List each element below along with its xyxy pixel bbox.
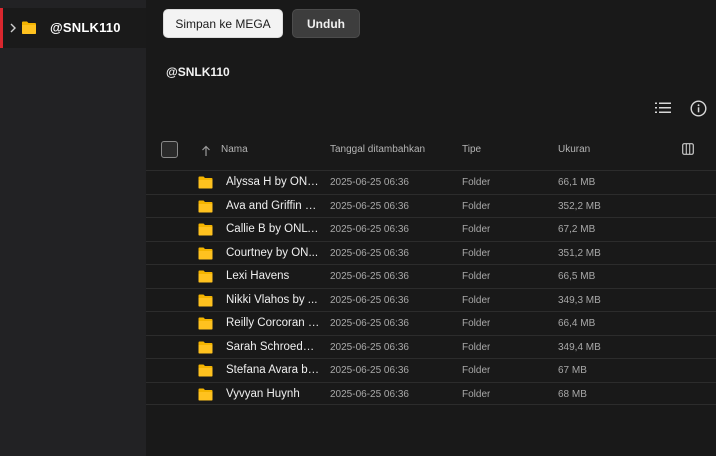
column-header-name[interactable]: Nama <box>221 144 248 155</box>
row-size: 349,3 MB <box>558 294 601 306</box>
select-all-checkbox[interactable] <box>161 141 178 158</box>
row-type: Folder <box>462 271 491 282</box>
row-type: Folder <box>462 177 491 188</box>
table-row[interactable]: Sarah Schroeder... 2025-06-25 06:36 Fold… <box>146 334 716 359</box>
sidebar-tree-item-label: @SNLK110 <box>50 20 121 35</box>
row-size: 68 MB <box>558 388 587 400</box>
row-date-added: 2025-06-25 06:36 <box>330 224 409 235</box>
row-date-added: 2025-06-25 06:36 <box>330 200 409 212</box>
row-date-added: 2025-06-25 06:36 <box>330 177 409 188</box>
app-window: @SNLK110 Simpan ke MEGA Unduh @SNLK110 N… <box>0 0 716 456</box>
page-title: @SNLK110 <box>166 65 230 79</box>
folder-icon <box>198 176 213 189</box>
folder-icon <box>198 223 213 236</box>
row-type: Folder <box>462 294 491 306</box>
row-type: Folder <box>462 365 491 376</box>
folder-icon <box>198 200 213 213</box>
row-name: Alyssa H by ONL... <box>226 176 320 188</box>
row-name: Callie B by ONLY... <box>226 223 320 235</box>
chevron-right-icon[interactable] <box>8 21 18 35</box>
row-type: Folder <box>462 200 491 212</box>
row-type: Folder <box>462 341 491 353</box>
row-name: Ava and Griffin b... <box>226 199 320 212</box>
row-size: 349,4 MB <box>558 341 601 353</box>
column-header-size[interactable]: Ukuran <box>558 144 590 155</box>
folder-icon <box>198 317 213 330</box>
table-row[interactable]: Courtney by ON... 2025-06-25 06:36 Folde… <box>146 240 716 265</box>
row-date-added: 2025-06-25 06:36 <box>330 318 409 329</box>
row-name: Stefana Avara by... <box>226 364 320 376</box>
table-row[interactable]: Alyssa H by ONL... 2025-06-25 06:36 Fold… <box>146 170 716 194</box>
row-type: Folder <box>462 224 491 235</box>
table-row[interactable]: Vyvyan Huynh 2025-06-25 06:36 Folder 68 … <box>146 381 716 405</box>
folder-icon <box>198 247 213 260</box>
table-header: Nama Tanggal ditambahkan Tipe Ukuran <box>146 136 716 166</box>
row-name: Vyvyan Huynh <box>226 387 300 400</box>
folder-icon <box>198 270 213 283</box>
row-size: 352,2 MB <box>558 200 601 212</box>
folder-icon <box>198 294 213 307</box>
folder-icon <box>198 364 213 377</box>
columns-icon[interactable] <box>682 142 695 155</box>
column-header-type[interactable]: Tipe <box>462 144 481 155</box>
table-row[interactable]: Callie B by ONLY... 2025-06-25 06:36 Fol… <box>146 217 716 241</box>
row-size: 67,2 MB <box>558 224 596 235</box>
table-row[interactable]: Nikki Vlahos by ... 2025-06-25 06:36 Fol… <box>146 287 716 312</box>
table-row[interactable]: Stefana Avara by... 2025-06-25 06:36 Fol… <box>146 358 716 382</box>
sidebar-tree-item-root[interactable]: @SNLK110 <box>0 8 146 48</box>
row-date-added: 2025-06-25 06:36 <box>330 388 409 400</box>
row-date-added: 2025-06-25 06:36 <box>330 247 409 259</box>
download-button[interactable]: Unduh <box>292 9 360 38</box>
row-size: 66,1 MB <box>558 177 596 188</box>
row-name: Reilly Corcoran b... <box>226 317 320 329</box>
table-row[interactable]: Reilly Corcoran b... 2025-06-25 06:36 Fo… <box>146 311 716 335</box>
list-view-icon[interactable] <box>653 98 673 118</box>
row-date-added: 2025-06-25 06:36 <box>330 365 409 376</box>
folder-icon <box>198 388 213 401</box>
folder-icon <box>21 20 37 35</box>
info-icon[interactable] <box>688 98 708 118</box>
table-row[interactable]: Lexi Havens 2025-06-25 06:36 Folder 66,5… <box>146 264 716 288</box>
row-name: Courtney by ON... <box>226 246 319 259</box>
table-row[interactable]: Ava and Griffin b... 2025-06-25 06:36 Fo… <box>146 193 716 218</box>
row-size: 351,2 MB <box>558 247 601 259</box>
row-size: 67 MB <box>558 365 587 376</box>
row-date-added: 2025-06-25 06:36 <box>330 271 409 282</box>
row-type: Folder <box>462 247 491 259</box>
row-type: Folder <box>462 388 491 400</box>
column-header-date-added[interactable]: Tanggal ditambahkan <box>330 144 425 155</box>
row-date-added: 2025-06-25 06:36 <box>330 341 409 353</box>
save-to-mega-button[interactable]: Simpan ke MEGA <box>163 9 283 38</box>
main-panel: Simpan ke MEGA Unduh @SNLK110 Nama Tangg… <box>146 0 716 456</box>
sort-up-arrow-icon[interactable] <box>201 144 213 158</box>
row-size: 66,4 MB <box>558 318 596 329</box>
row-name: Sarah Schroeder... <box>226 340 320 353</box>
row-type: Folder <box>462 318 491 329</box>
row-size: 66,5 MB <box>558 271 596 282</box>
row-name: Nikki Vlahos by ... <box>226 293 318 306</box>
row-name: Lexi Havens <box>226 270 290 282</box>
row-date-added: 2025-06-25 06:36 <box>330 294 409 306</box>
folder-icon <box>198 341 213 354</box>
file-list: Alyssa H by ONL... 2025-06-25 06:36 Fold… <box>146 170 716 405</box>
sidebar: @SNLK110 <box>0 0 146 456</box>
